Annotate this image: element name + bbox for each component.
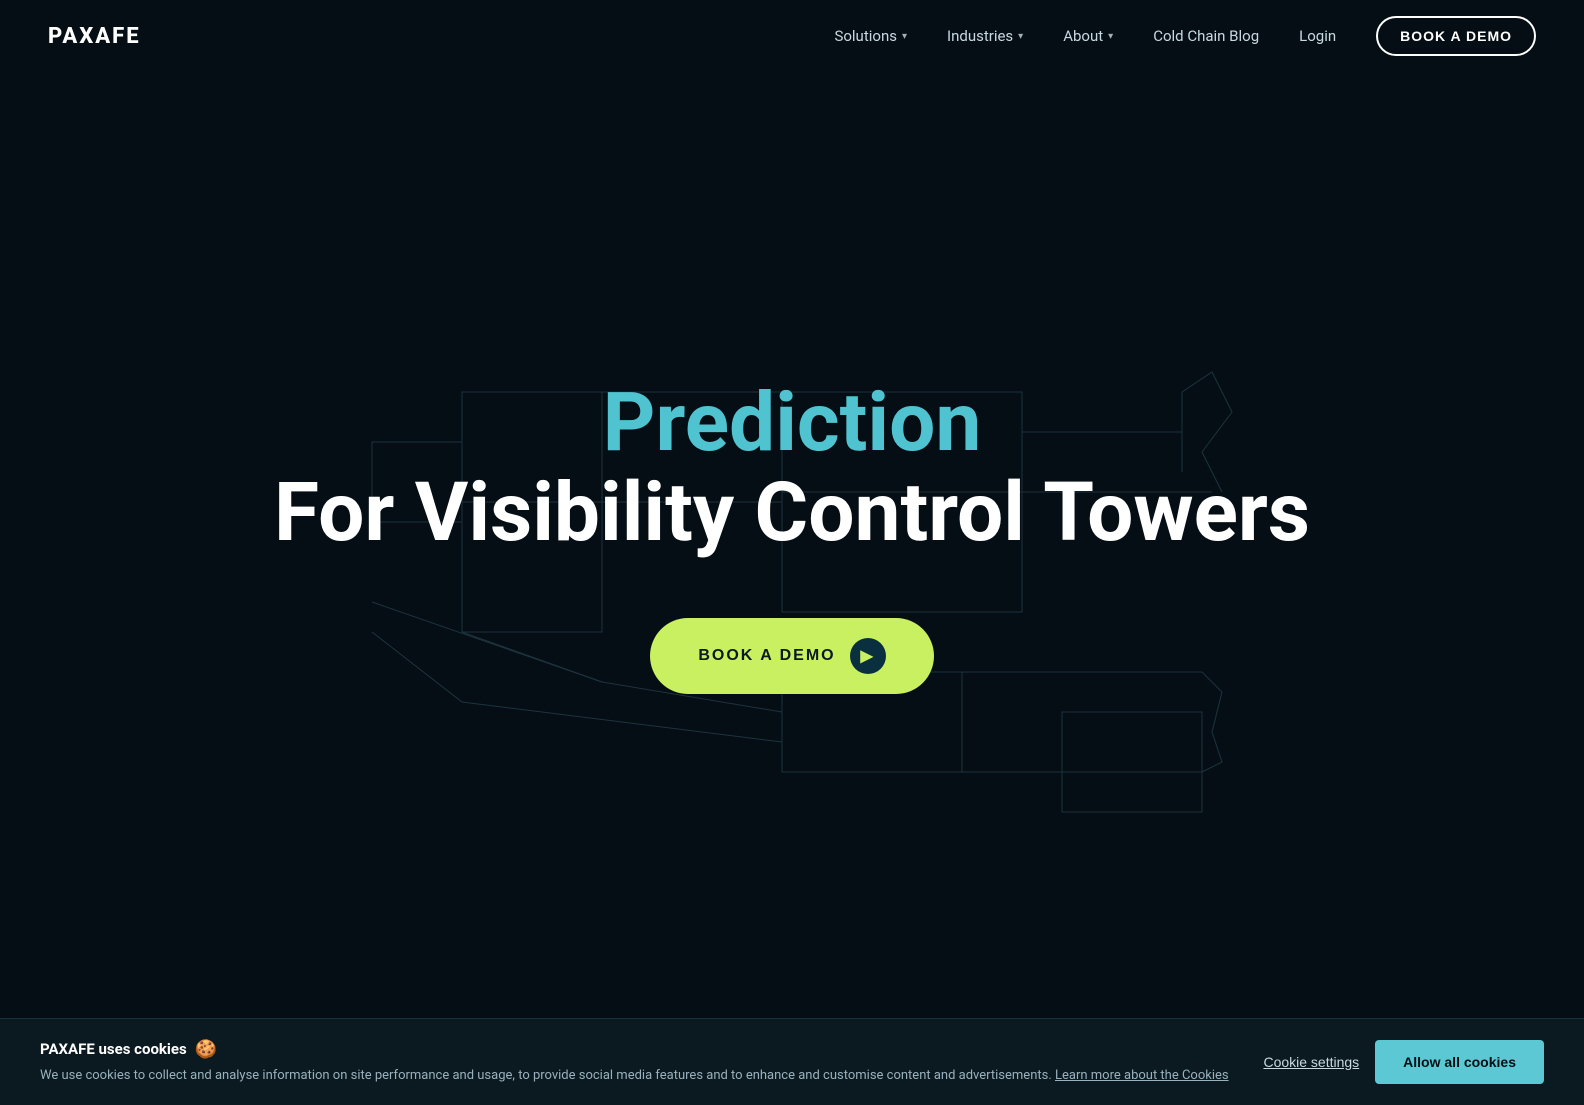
cookie-description: We use cookies to collect and analyse in… [40,1066,1243,1086]
nav-book-demo-button[interactable]: BOOK A DEMO [1376,16,1536,56]
cookie-allow-button[interactable]: Allow all cookies [1375,1040,1544,1084]
hero-section: Prediction For Visibility Control Towers… [0,0,1584,1000]
cookie-actions: Cookie settings Allow all cookies [1263,1040,1544,1084]
chevron-down-icon: ▾ [1018,31,1023,42]
cookie-learn-more-link[interactable]: Learn more about the Cookies [1055,1068,1229,1083]
nav-about[interactable]: About ▾ [1063,27,1113,45]
logo[interactable]: PAXAFE [48,24,141,49]
hero-heading: Prediction For Visibility Control Towers [274,378,1310,558]
navbar: PAXAFE Solutions ▾ Industries ▾ About ▾ … [0,0,1584,72]
nav-cold-chain-blog[interactable]: Cold Chain Blog [1153,27,1259,45]
arrow-right-icon: ▶ [850,638,886,674]
cookie-emoji-icon: 🍪 [195,1039,217,1060]
nav-industries[interactable]: Industries ▾ [947,27,1023,45]
hero-line1: Prediction [274,378,1310,468]
cookie-title: PAXAFE uses cookies 🍪 [40,1039,1243,1060]
nav-links: Solutions ▾ Industries ▾ About ▾ Cold Ch… [834,16,1536,56]
hero-line2: For Visibility Control Towers [274,468,1310,558]
nav-solutions[interactable]: Solutions ▾ [834,27,907,45]
nav-login[interactable]: Login [1299,27,1336,45]
cookie-banner: PAXAFE uses cookies 🍪 We use cookies to … [0,1018,1584,1105]
cookie-content: PAXAFE uses cookies 🍪 We use cookies to … [40,1039,1243,1086]
chevron-down-icon: ▾ [902,31,907,42]
cookie-settings-button[interactable]: Cookie settings [1263,1046,1359,1078]
hero-book-demo-button[interactable]: BOOK A DEMO ▶ [650,618,933,694]
chevron-down-icon: ▾ [1108,31,1113,42]
